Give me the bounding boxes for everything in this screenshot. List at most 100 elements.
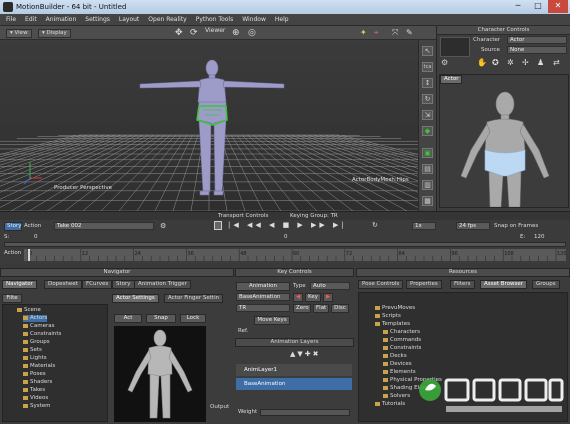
asset-scripts[interactable]: Scripts [375, 313, 401, 320]
source-select[interactable]: None [507, 46, 567, 54]
tree-lights[interactable]: Lights [23, 355, 47, 362]
scale-icon[interactable]: ⇲ [422, 110, 433, 120]
tree-videos[interactable]: Videos [23, 395, 48, 402]
time-slider[interactable] [4, 242, 566, 247]
tab-animation-trigger[interactable]: Animation Trigger [134, 280, 191, 289]
body-icon[interactable]: ♟ [537, 58, 544, 67]
tab-filters[interactable]: Filters [450, 280, 475, 289]
tca-tool-icon[interactable]: tca [422, 62, 433, 72]
asset-characters[interactable]: Characters [383, 329, 420, 336]
tab-groups[interactable]: Groups [532, 280, 560, 289]
end-value[interactable]: 120 [534, 234, 545, 240]
asset-prevumoves[interactable]: PrevuMoves [375, 305, 415, 312]
active-toggle[interactable]: Act [114, 314, 142, 323]
ik-blend-icon[interactable]: ⚙ [441, 58, 448, 67]
move-tool-icon[interactable]: ✥ [175, 28, 183, 38]
asset-devices[interactable]: Devices [383, 361, 412, 368]
tree-sets[interactable]: Sets [23, 347, 42, 354]
prev-key-icon[interactable]: ◀ [293, 293, 303, 302]
menu-window[interactable]: Window [242, 16, 266, 23]
loop-icon[interactable]: ↻ [372, 221, 378, 229]
menu-help[interactable]: Help [275, 16, 289, 23]
menu-layout[interactable]: Layout [119, 16, 139, 23]
key-button[interactable]: Key [305, 293, 321, 302]
manipulator-icon[interactable]: ✦ [360, 28, 367, 37]
start-value[interactable]: 0 [34, 234, 38, 240]
display-dropdown[interactable]: ▾ Display [38, 29, 71, 38]
asset-shading-elements[interactable]: Shading Elements [383, 385, 440, 392]
fps-select[interactable]: 24 fps [456, 222, 490, 230]
weight-slider[interactable] [260, 409, 350, 416]
pick-icon[interactable]: ✎ [406, 28, 413, 37]
take-select[interactable]: Take 002 [54, 222, 154, 230]
tab-story[interactable]: Story [112, 280, 135, 289]
tab-navigator[interactable]: Navigator [2, 280, 37, 289]
menu-animation[interactable]: Animation [46, 16, 77, 23]
3d-viewport[interactable]: Producer Perspective ActorBodyMesh:Hips [0, 40, 418, 211]
tree-scene[interactable]: Scene [17, 307, 41, 314]
reach-icon[interactable]: ✲ [507, 58, 514, 67]
flat-button[interactable]: Flat [313, 304, 329, 313]
scale-tool-icon[interactable]: ⊕ [232, 28, 240, 38]
move-keys-button[interactable]: Move Keys [254, 316, 290, 325]
type-select[interactable]: Auto [310, 282, 350, 290]
asset-physical-properties[interactable]: Physical Properties [383, 377, 442, 384]
full-body-icon[interactable]: ▦ [422, 196, 433, 206]
asset-decks[interactable]: Decks [383, 353, 407, 360]
playback-buttons[interactable]: |◀ ◀◀ ◀ ■ ▶ ▶▶ ▶| [228, 221, 347, 229]
tab-properties[interactable]: Properties [406, 280, 442, 289]
rotate-tool-icon[interactable]: ⟳ [190, 28, 198, 38]
camera-tool-icon[interactable]: ◎ [248, 28, 256, 38]
record-toggle[interactable] [214, 221, 222, 230]
disc-button[interactable]: Disc [331, 304, 349, 313]
snap-button[interactable]: Snap [146, 314, 176, 323]
filter-button[interactable]: Filte [2, 294, 22, 303]
layer-animlayer1[interactable]: AnimLayer1 [236, 364, 352, 376]
menu-open-reality[interactable]: Open Reality [148, 16, 186, 23]
keying-group-select[interactable]: TR [236, 304, 290, 312]
asset-commands[interactable]: Commands [383, 337, 421, 344]
tree-cameras[interactable]: Cameras [23, 323, 54, 330]
lock-button[interactable]: Lock [180, 314, 206, 323]
tree-poses[interactable]: Poses [23, 371, 46, 378]
asset-elements[interactable]: Elements [383, 369, 416, 376]
keyframe-icon[interactable]: ◆ [422, 126, 433, 136]
character-select[interactable]: Actor [507, 36, 567, 44]
close-button[interactable]: ✕ [548, 0, 568, 13]
layer-tools-icons[interactable]: ▲▼✚✖ [290, 350, 321, 358]
tab-dopesheet[interactable]: Dopesheet [44, 280, 82, 289]
tab-asset-browser[interactable]: Asset Browser [480, 280, 528, 289]
asset-solvers[interactable]: Solvers [383, 393, 410, 400]
asset-constraints[interactable]: Constraints [383, 345, 421, 352]
tab-actor-settings[interactable]: Actor Settings [112, 294, 159, 303]
tree-takes[interactable]: Takes [23, 387, 45, 394]
current-frame[interactable]: 0 [284, 234, 288, 240]
full-body-pin-icon[interactable]: ✪ [492, 58, 499, 67]
body-part-icon[interactable]: ▥ [422, 180, 433, 190]
next-key-icon[interactable]: ▶ [323, 293, 333, 302]
transform-icon[interactable]: ⤧ [392, 28, 398, 38]
view-dropdown[interactable]: ▾ View [6, 29, 32, 38]
menu-python-tools[interactable]: Python Tools [196, 16, 234, 23]
animation-select[interactable]: Animation [236, 282, 290, 291]
maximize-button[interactable]: □ [528, 0, 548, 13]
fk-icon[interactable]: ▣ [422, 148, 433, 158]
translate-icon[interactable]: ↕ [422, 78, 433, 88]
menu-file[interactable]: File [6, 16, 16, 23]
action-toggle[interactable]: Action [24, 223, 41, 229]
tab-fcurves[interactable]: FCurves [82, 280, 113, 289]
tree-constraints[interactable]: Constraints [23, 331, 61, 338]
tree-actors[interactable]: Actors [23, 315, 48, 322]
zero-button[interactable]: Zero [293, 304, 311, 313]
base-animation-select[interactable]: BaseAnimation [236, 293, 290, 301]
tree-groups[interactable]: Groups [23, 339, 50, 346]
tab-actor-finger-settings[interactable]: Actor Finger Settin [164, 294, 224, 303]
stance-icon[interactable]: ✢ [522, 58, 529, 67]
select-tool-icon[interactable]: ↖ [422, 46, 433, 56]
layer-baseanimation[interactable]: BaseAnimation [236, 378, 352, 390]
tab-actor[interactable]: Actor [440, 75, 463, 84]
timeline-ruler[interactable]: 0 12 24 36 48 60 72 84 96 108 120 [24, 249, 567, 261]
rotate-icon[interactable]: ↻ [422, 94, 433, 104]
ik-icon[interactable]: ▤ [422, 164, 433, 174]
story-toggle[interactable]: Story [4, 222, 22, 231]
